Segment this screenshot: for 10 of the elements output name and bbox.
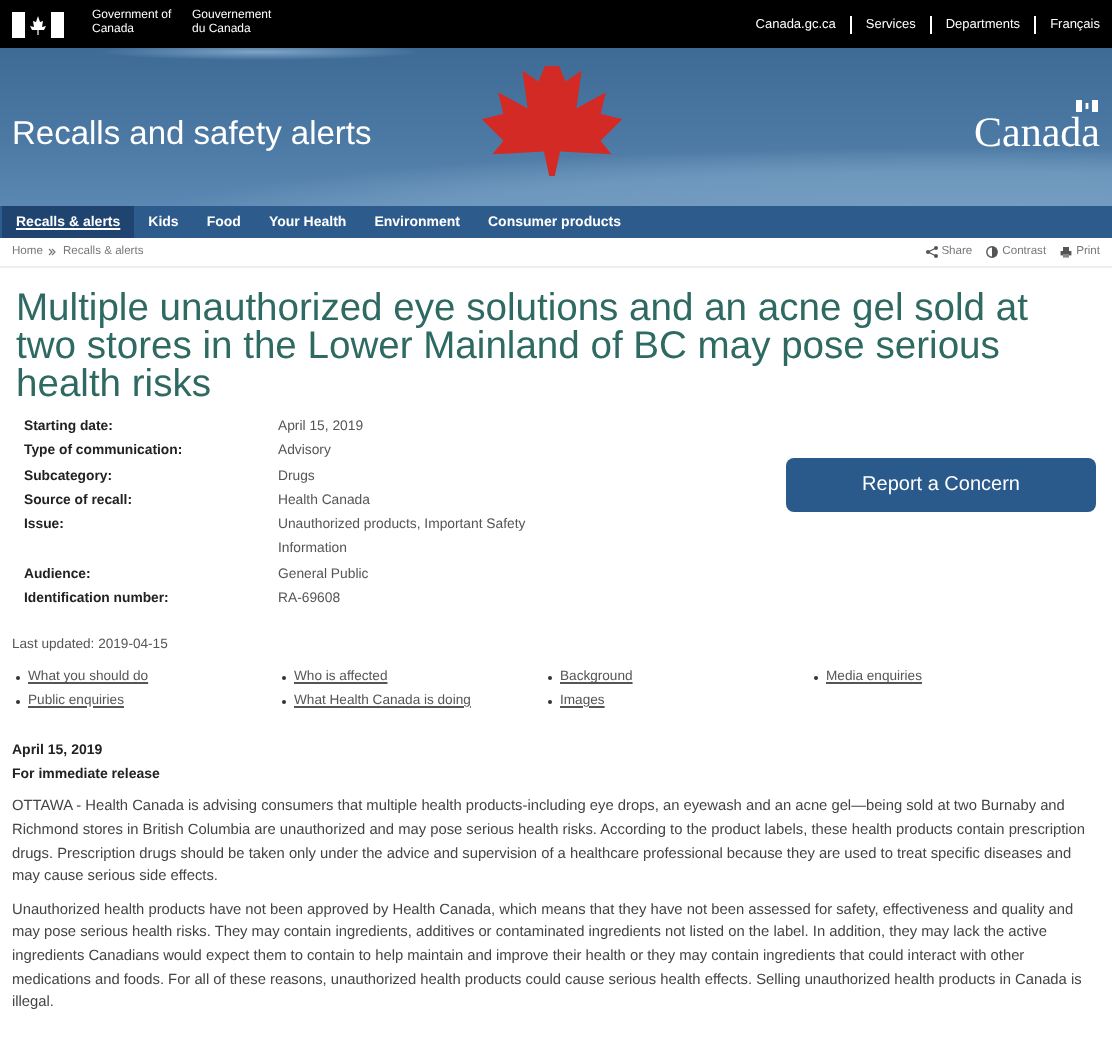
- flag-icon: [1076, 100, 1098, 112]
- canada-flag-icon: [12, 11, 64, 37]
- page-heading: Multiple unauthorized eye solutions and an acne gel sold at two stores in the Lower Mainland of BC may pose serious health risks: [16, 290, 1030, 404]
- print-icon: [1060, 246, 1073, 258]
- canada-wordmark: Canada: [974, 108, 1100, 158]
- banner-title: Recalls and safety alerts: [12, 116, 372, 154]
- report-concern-button[interactable]: Report a Concern: [786, 458, 1096, 512]
- share-icon: [925, 246, 938, 258]
- contrast-icon: [986, 246, 999, 258]
- chevron-icon: [48, 248, 57, 256]
